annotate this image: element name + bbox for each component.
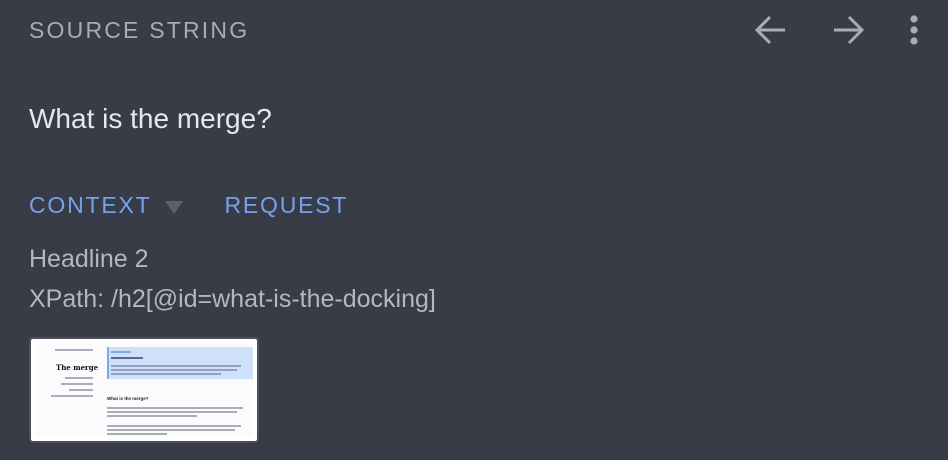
preview-hl-line xyxy=(111,373,221,375)
previous-string-button[interactable] xyxy=(749,8,793,52)
more-vert-icon xyxy=(910,15,918,45)
screenshot-preview: The merge What is the merge? xyxy=(35,343,253,437)
source-string-text: What is the merge? xyxy=(29,103,272,134)
preview-body-line xyxy=(107,425,241,427)
preview-body-line xyxy=(107,415,197,417)
next-string-button[interactable] xyxy=(826,8,870,52)
context-xpath: XPath: /h2[@id=what-is-the-docking] xyxy=(29,285,436,313)
preview-body-line xyxy=(107,429,235,431)
context-screenshot-thumbnail[interactable]: The merge What is the merge? xyxy=(29,337,259,443)
source-string-panel: SOURCE STRING What is the merge? CONTEXT… xyxy=(0,0,948,460)
preview-toc-line xyxy=(69,389,93,391)
header-actions xyxy=(749,8,924,52)
preview-hl-line xyxy=(111,369,237,371)
tab-context[interactable]: CONTEXT xyxy=(29,192,152,219)
section-title: SOURCE STRING xyxy=(29,17,250,43)
preview-toc-line xyxy=(65,377,93,379)
more-options-button[interactable] xyxy=(904,8,924,52)
preview-hl-line xyxy=(111,357,143,359)
preview-body-line xyxy=(107,407,243,409)
preview-hl-line xyxy=(111,365,241,367)
preview-body-line xyxy=(107,433,167,435)
preview-nav-line xyxy=(55,349,93,351)
caret-down-icon[interactable] xyxy=(164,200,183,214)
context-tabs: CONTEXT REQUEST xyxy=(29,192,348,219)
preview-page-heading: The merge xyxy=(56,363,99,372)
tab-request[interactable]: REQUEST xyxy=(225,192,349,219)
preview-section-heading: What is the merge? xyxy=(107,396,149,401)
context-element-type: Headline 2 xyxy=(29,245,149,273)
arrow-left-icon xyxy=(754,15,785,45)
arrow-right-icon xyxy=(834,15,865,45)
preview-toc-line xyxy=(51,395,93,397)
preview-hl-line xyxy=(111,351,131,353)
preview-toc-line xyxy=(61,383,93,385)
preview-body-line xyxy=(107,411,237,413)
